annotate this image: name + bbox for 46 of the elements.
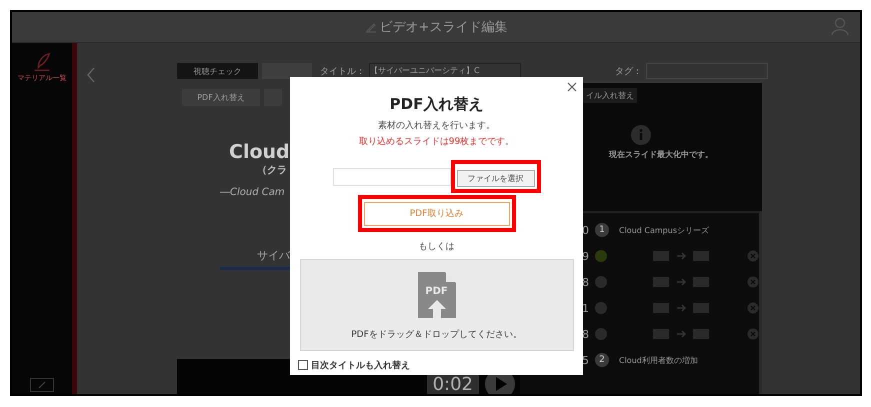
slide-dot[interactable] [595, 250, 607, 262]
chapter-time: 1 [582, 302, 590, 314]
preview-message: 現在スライド最大化中です。 [609, 149, 713, 160]
dialog-notice: 取り込めるスライドは99枚までです。 [358, 136, 514, 148]
edit-icon[interactable] [30, 378, 54, 392]
app-title: ビデオ+スライド編集 [380, 19, 508, 36]
file-replace-button[interactable]: イル入れ替え [583, 88, 637, 103]
delete-icon[interactable] [747, 328, 759, 340]
dialog-description: 素材の入れ替えを行います。 [378, 120, 495, 132]
slide-dot[interactable] [595, 276, 607, 288]
choose-file-button[interactable]: ファイルを選択 [456, 170, 534, 187]
slide-title: Cloud [229, 141, 290, 163]
chapter-time: 8 [582, 328, 590, 340]
check-button[interactable]: 視聴チェック [177, 63, 258, 79]
chapter-time: 0 [582, 224, 590, 236]
drop-zone[interactable]: PDF PDFをドラッグ＆ドロップしてください。 [300, 258, 574, 350]
delete-icon[interactable] [747, 250, 759, 262]
toolbar-button[interactable] [262, 63, 312, 79]
slide-tagline: ―Cloud Cam [220, 187, 285, 198]
back-icon[interactable] [86, 67, 96, 83]
delete-icon[interactable] [747, 302, 759, 314]
tag-label: タグ： [615, 66, 642, 78]
pdf-upload-icon: PDF [418, 272, 456, 318]
slide-dot[interactable] [595, 328, 607, 340]
title-label: タイトル： [320, 66, 365, 78]
chapter-number: 1 [595, 223, 609, 237]
close-icon[interactable] [567, 82, 577, 92]
drop-hint: PDFをドラッグ＆ドロップしてください。 [351, 328, 522, 340]
chapter-time: 8 [582, 276, 590, 288]
chapter-time: 9 [582, 250, 590, 262]
pdf-replace-button[interactable]: PDF入れ替え [182, 89, 260, 106]
pen-icon [364, 21, 377, 33]
slide-subtitle: （クラ [257, 164, 287, 177]
checkbox-label: 目次タイトルも入れ替え [311, 359, 410, 372]
chapter-title[interactable]: Cloud利用者数の増加 [619, 354, 698, 366]
info-icon [631, 125, 651, 145]
chapter-number: 2 [595, 353, 609, 367]
chapter-time: 5 [582, 354, 590, 366]
dialog-title: PDF入れ替え [390, 95, 484, 114]
checkbox[interactable] [298, 360, 308, 370]
separator-text: もしくは [418, 240, 454, 252]
delete-icon[interactable] [747, 276, 759, 288]
file-field[interactable] [332, 168, 450, 186]
chapter-title[interactable]: Cloud Campusシリーズ [619, 224, 709, 236]
user-icon[interactable] [830, 16, 850, 36]
slide-dot[interactable] [595, 302, 607, 314]
